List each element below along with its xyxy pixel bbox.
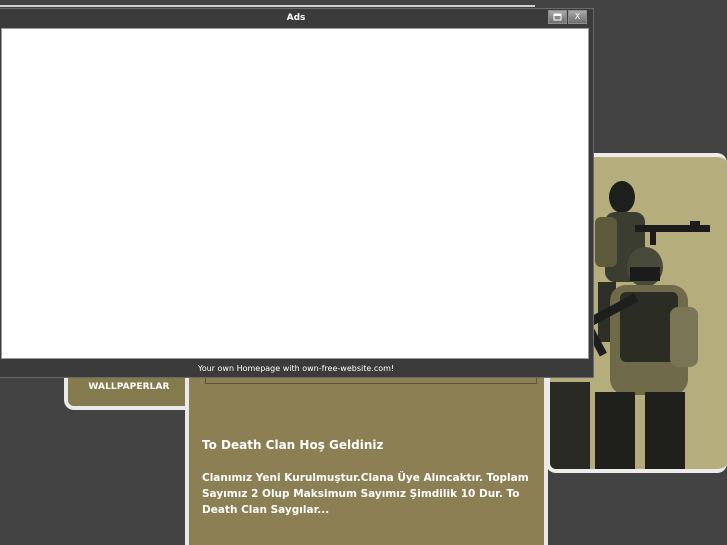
ads-window: Ads X Your own Homepage with own-free-we… (0, 8, 594, 378)
welcome-heading: To Death Clan Hoş Geldiniz (202, 438, 384, 452)
close-icon: X (574, 12, 581, 21)
window-glyph-icon (553, 13, 562, 21)
ads-content-area (1, 28, 589, 359)
ads-footer-link[interactable]: Your own Homepage with own-free-website.… (0, 361, 593, 377)
intro-text: Clanımız Yeni Kurulmuştur.Clana Üye Alın… (202, 472, 529, 516)
main-content-panel: To Death Clan Hoş Geldiniz Clanımız Yeni… (185, 370, 548, 545)
ads-window-title: Ads (286, 13, 306, 23)
top-divider (0, 5, 535, 7)
close-button[interactable]: X (568, 10, 587, 24)
window-icon[interactable] (548, 10, 567, 24)
nav-item-wallpaperlar[interactable]: WALLPAPERLAR (68, 382, 190, 392)
